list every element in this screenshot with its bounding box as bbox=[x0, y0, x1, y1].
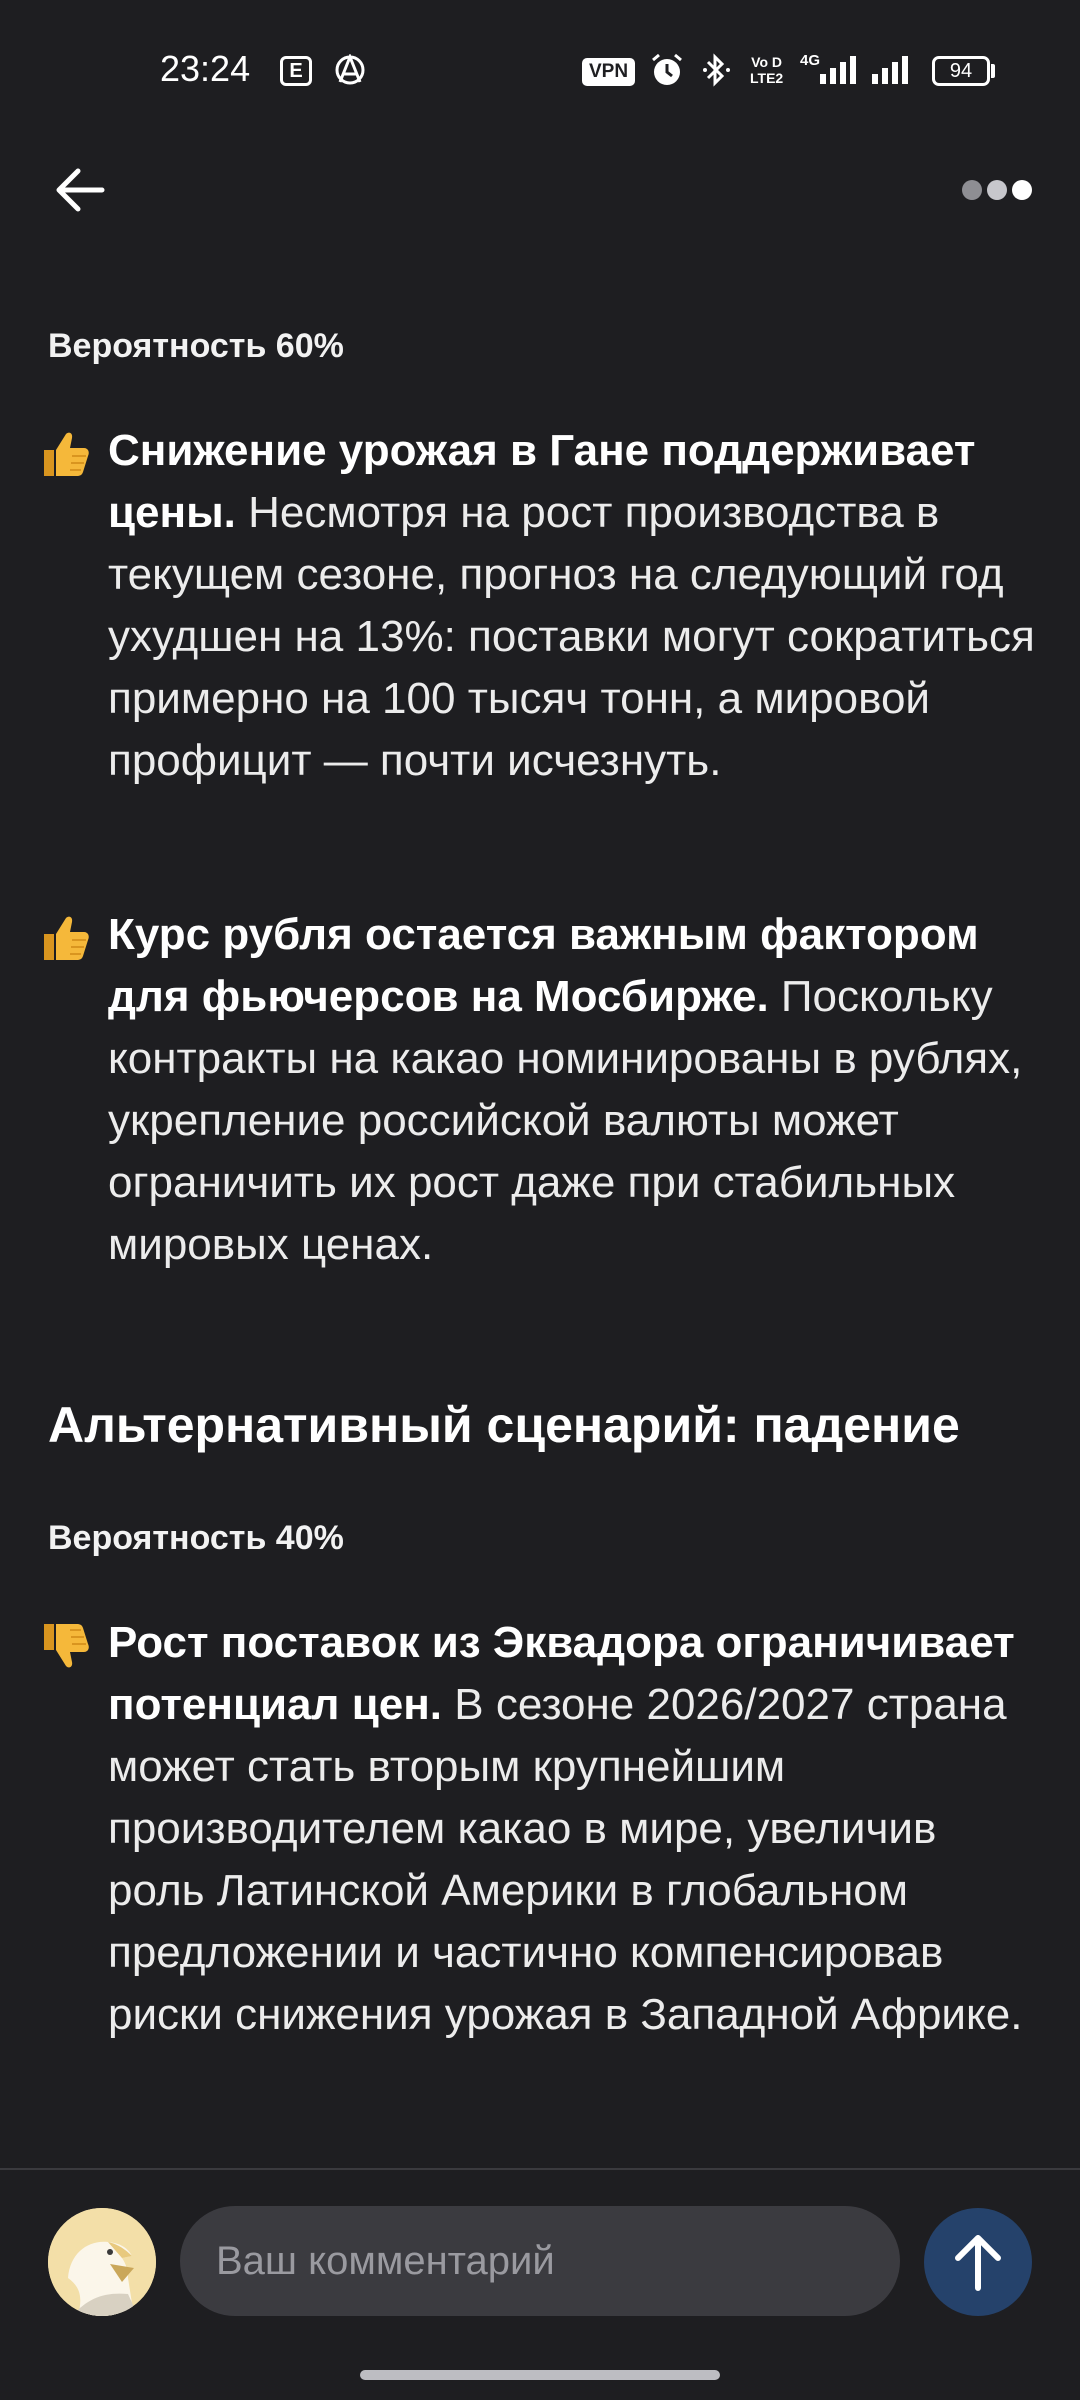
list-item: Рост поставок из Эквадора ограничивает п… bbox=[44, 1612, 1038, 2046]
list-item: Курс рубля остается важным фактором для … bbox=[44, 904, 1038, 1276]
list-item: Снижение урожая в Гане поддерживает цены… bbox=[44, 420, 1038, 792]
status-time: 23:24 bbox=[160, 48, 251, 89]
point-text: Несмотря на рост производства в текущем … bbox=[108, 488, 1035, 785]
section-heading: Альтернативный сценарий: падение bbox=[48, 1397, 960, 1453]
signal-strength-2-icon bbox=[872, 56, 908, 84]
arrow-up-icon bbox=[955, 2235, 1001, 2291]
volte-indicator: Vo D LTE2 bbox=[750, 54, 783, 86]
thumbs-down-icon bbox=[44, 1624, 89, 1668]
probability-label: Вероятность 40% bbox=[48, 1519, 344, 1557]
point-text: В сезоне 2026/2027 страна может стать вт… bbox=[108, 1680, 1023, 2039]
eagle-avatar-icon bbox=[48, 2208, 156, 2316]
more-dots-icon[interactable] bbox=[960, 178, 1036, 202]
thumbs-up-icon bbox=[44, 432, 89, 476]
comment-input[interactable] bbox=[180, 2206, 900, 2316]
notification-e-icon: E bbox=[280, 56, 312, 86]
volte-top-label: Vo D bbox=[751, 54, 783, 70]
back-arrow-icon[interactable] bbox=[50, 160, 110, 220]
volte-bottom-label: LTE2 bbox=[750, 70, 784, 86]
bottom-divider bbox=[0, 2168, 1080, 2170]
avatar[interactable] bbox=[48, 2208, 156, 2316]
probability-label: Вероятность 60% bbox=[48, 327, 344, 365]
thumbs-up-icon bbox=[44, 916, 89, 960]
network-type-label: 4G bbox=[800, 52, 821, 69]
anarchy-notification-icon bbox=[335, 54, 365, 85]
battery-level: 94 bbox=[932, 56, 990, 86]
alarm-icon bbox=[652, 53, 682, 85]
home-indicator[interactable] bbox=[360, 2370, 720, 2380]
status-bar: 23:24 E VPN Vo D LTE2 4G 94 bbox=[0, 0, 1080, 140]
vpn-badge: VPN bbox=[582, 58, 636, 86]
bluetooth-icon bbox=[703, 53, 730, 87]
battery-tip bbox=[991, 64, 995, 78]
signal-strength-icon bbox=[820, 56, 856, 84]
send-button[interactable] bbox=[924, 2208, 1032, 2316]
